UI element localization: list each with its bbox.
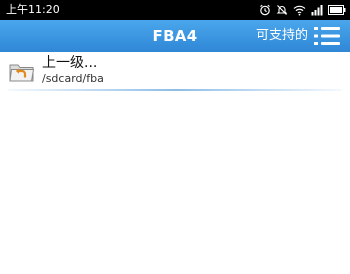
battery-icon	[328, 5, 346, 15]
alarm-icon	[259, 4, 271, 16]
folder-up-icon	[8, 60, 36, 84]
file-list: 上一级... /sdcard/fba	[0, 52, 350, 92]
item-title: 上一级...	[42, 55, 98, 71]
wifi-icon	[293, 4, 306, 16]
mute-icon	[276, 4, 288, 16]
hamburger-menu-icon[interactable]	[312, 24, 342, 48]
supported-label[interactable]: 可支持的	[256, 20, 308, 52]
list-divider	[8, 89, 342, 91]
status-time: 上午11:20	[6, 3, 60, 16]
status-bar: 上午11:20	[0, 0, 350, 20]
app-bar: FBA4 可支持的	[0, 20, 350, 52]
status-icons	[259, 3, 346, 17]
signal-icon	[311, 4, 323, 16]
item-path: /sdcard/fba	[42, 72, 104, 85]
list-item-parent-folder[interactable]: 上一级... /sdcard/fba	[0, 52, 350, 92]
